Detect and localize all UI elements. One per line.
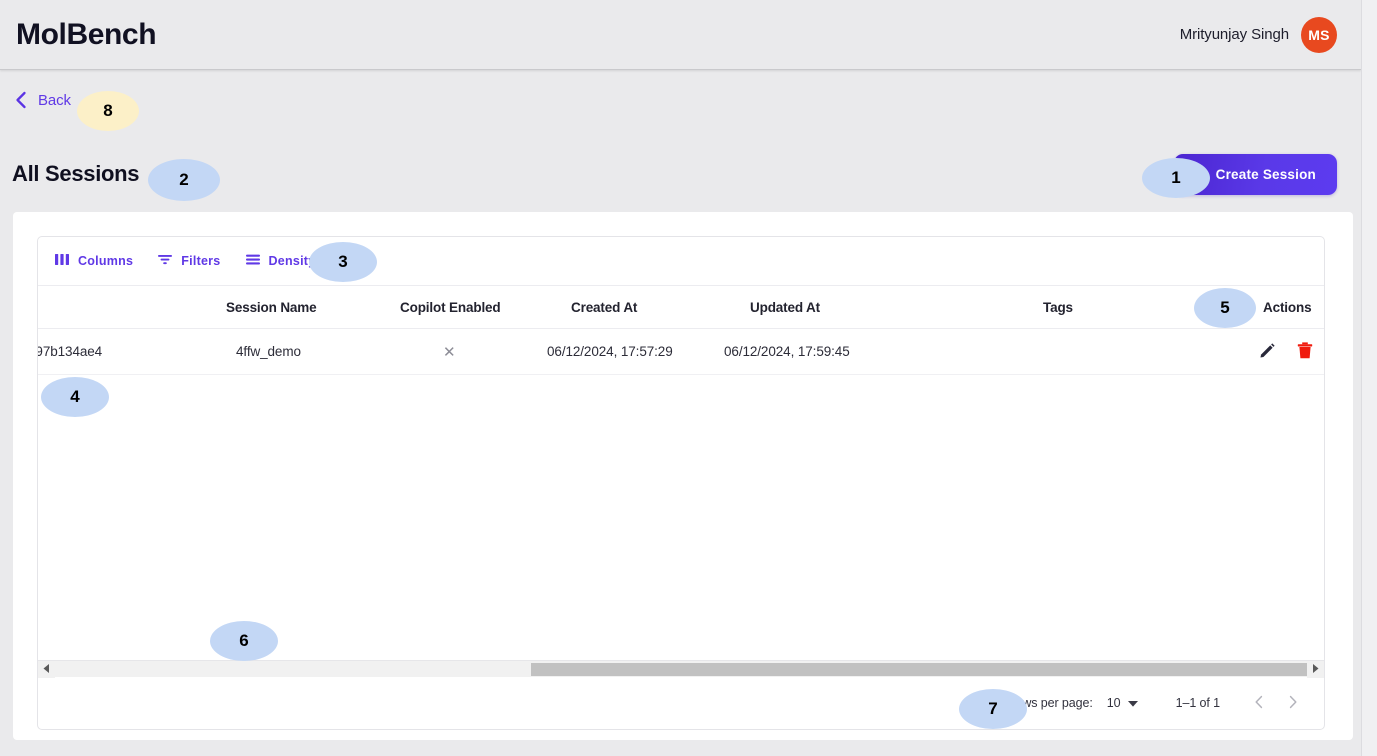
triangle-right-icon	[1312, 660, 1319, 678]
density-label: Density	[268, 254, 316, 268]
columns-button[interactable]: Columns	[46, 247, 142, 275]
filter-icon	[157, 253, 173, 269]
annotation-bubble-8: 8	[77, 91, 139, 131]
avatar[interactable]: MS	[1301, 16, 1337, 53]
grid-empty-area	[38, 375, 1324, 660]
cell-session-id: b97b134ae4	[38, 344, 103, 359]
pagination-bar: Rows per page: 10 1–1 of 1	[38, 677, 1324, 729]
chevron-left-icon	[12, 90, 30, 110]
page-title-row: All Sessions + Create Session	[0, 150, 1361, 198]
cell-updated-at: 06/12/2024, 17:59:45	[724, 344, 850, 359]
filters-button[interactable]: Filters	[148, 247, 229, 275]
next-page-button[interactable]	[1276, 686, 1310, 720]
delete-row-button[interactable]	[1296, 341, 1314, 363]
page-vertical-scrollbar[interactable]	[1361, 0, 1377, 756]
app-logo: MolBench	[16, 17, 157, 51]
user-profile[interactable]: Mrityunjay Singh MS	[1179, 16, 1337, 53]
column-header-actions: Actions	[1263, 299, 1312, 315]
create-session-label: Create Session	[1215, 166, 1316, 182]
table-row[interactable]: b97b134ae4 4ffw_demo ✕ 06/12/2024, 17:57…	[38, 329, 1324, 375]
app-header: MolBench Mrityunjay Singh MS	[0, 0, 1361, 70]
trash-icon	[1296, 341, 1314, 363]
scroll-right-button[interactable]	[1307, 660, 1324, 678]
create-session-button[interactable]: + Create Session	[1173, 153, 1337, 195]
pagination-range-label: 1–1 of 1	[1175, 696, 1220, 710]
scroll-left-button[interactable]	[38, 660, 55, 678]
column-header-tags[interactable]: Tags	[1043, 300, 1073, 315]
cell-copilot-enabled-false-icon: ✕	[443, 343, 456, 361]
rows-per-page-value: 10	[1106, 696, 1121, 710]
horizontal-scroll-track[interactable]	[55, 661, 1307, 678]
sessions-data-grid: Columns Filters Density Session Name Cop…	[37, 236, 1325, 730]
cell-session-name: 4ffw_demo	[236, 344, 301, 359]
horizontal-scrollbar[interactable]	[38, 660, 1324, 678]
triangle-left-icon	[43, 660, 50, 678]
previous-page-button[interactable]	[1242, 686, 1276, 720]
pencil-icon	[1258, 341, 1277, 363]
rows-per-page-label: Rows per page:	[1006, 696, 1093, 710]
user-name-label: Mrityunjay Singh	[1179, 26, 1289, 43]
column-header-session-name[interactable]: Session Name	[226, 300, 317, 315]
chevron-left-icon	[1253, 695, 1265, 712]
columns-label: Columns	[78, 254, 134, 268]
grid-header-row: Session Name Copilot Enabled Created At …	[38, 285, 1324, 329]
filters-label: Filters	[181, 254, 221, 268]
plus-icon: +	[1194, 163, 1206, 184]
page-title: All Sessions	[12, 161, 140, 186]
back-button-label: Back	[38, 91, 71, 109]
column-header-created-at[interactable]: Created At	[571, 300, 637, 315]
column-header-copilot-enabled[interactable]: Copilot Enabled	[400, 300, 501, 315]
column-header-updated-at[interactable]: Updated At	[750, 300, 820, 315]
chevron-right-icon	[1287, 695, 1299, 712]
cell-created-at: 06/12/2024, 17:57:29	[547, 344, 673, 359]
columns-icon	[55, 253, 70, 269]
density-button[interactable]: Density	[236, 247, 325, 275]
edit-row-button[interactable]	[1258, 341, 1277, 363]
horizontal-scroll-thumb[interactable]	[530, 662, 1307, 676]
grid-toolbar: Columns Filters Density	[38, 237, 1324, 285]
density-icon	[245, 253, 261, 269]
back-button[interactable]: Back	[12, 90, 71, 110]
chevron-down-icon	[1127, 694, 1138, 712]
rows-per-page-select[interactable]: 10	[1107, 694, 1138, 712]
